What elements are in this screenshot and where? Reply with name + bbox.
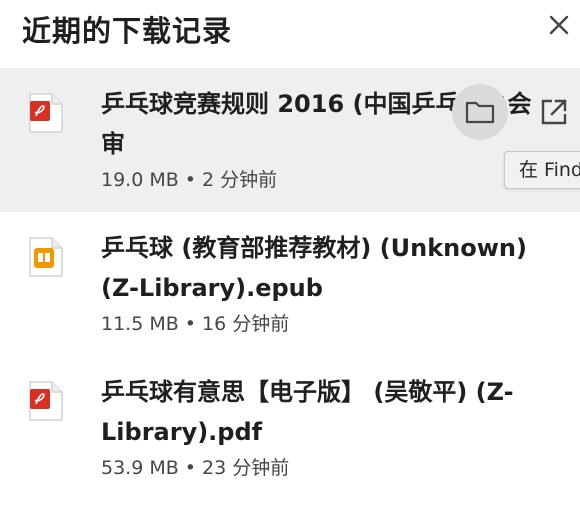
open-file-button[interactable] [526, 84, 580, 140]
panel-title: 近期的下载记录 [22, 14, 233, 48]
folder-icon [465, 101, 495, 124]
open-in-new-icon [541, 99, 567, 125]
file-meta: 19.0 MB • 2 分钟前 [101, 169, 278, 191]
show-in-folder-button[interactable] [452, 84, 508, 140]
epub-file-icon [29, 237, 63, 277]
tooltip-show-in-finder: 在 Finder 中显示 [504, 151, 580, 189]
download-item[interactable]: 乒乓球有意思【电子版】 (吴敬平) (Z- Library).pdf 53.9 … [0, 356, 580, 500]
close-icon [549, 15, 569, 35]
file-meta: 53.9 MB • 23 分钟前 [101, 457, 290, 479]
file-name[interactable]: 乒乓球 (教育部推荐教材) (Unknown) (Z-Library).epub [101, 228, 551, 308]
pdf-file-icon [29, 93, 63, 133]
download-item[interactable]: 乒乓球 (教育部推荐教材) (Unknown) (Z-Library).epub… [0, 212, 580, 356]
pdf-file-icon [29, 381, 63, 421]
header: 近期的下载记录 [0, 0, 580, 66]
close-button[interactable] [540, 6, 578, 44]
file-name[interactable]: 乒乓球有意思【电子版】 (吴敬平) (Z- Library).pdf [101, 372, 551, 452]
downloads-panel: 近期的下载记录 乒乓球竞赛规则 2016 (中国乒乓球协会审 定) (Z-Lib… [0, 0, 580, 508]
file-meta: 11.5 MB • 16 分钟前 [101, 313, 290, 335]
